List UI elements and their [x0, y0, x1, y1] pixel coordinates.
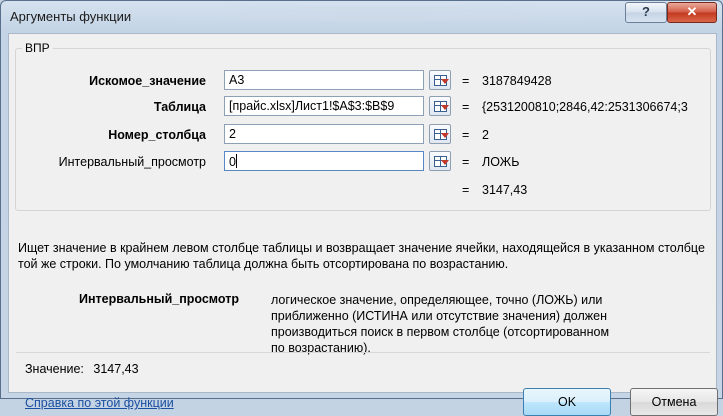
value-text: 3147,43 — [93, 362, 139, 376]
equals-sign: = — [462, 74, 470, 88]
collapse-dialog-button-1[interactable] — [429, 70, 451, 90]
red-arrow-icon — [441, 160, 449, 165]
title-bar-background — [171, 7, 591, 21]
equals-sign: = — [462, 155, 470, 169]
arg-label-lookup-value: Искомое_значение — [89, 74, 206, 88]
selected-arg-name: Интервальный_просмотр — [79, 292, 239, 306]
selected-arg-description: логическое значение, определяющее, точно… — [271, 293, 610, 355]
range-lookup-result: ЛОЖЬ — [482, 155, 520, 169]
divider — [16, 352, 710, 353]
cancel-button[interactable]: Отмена — [630, 388, 718, 416]
lookup-value-input[interactable]: A3 — [224, 70, 424, 90]
equals-sign: = — [462, 183, 470, 197]
col-index-result: 2 — [482, 128, 489, 142]
collapse-dialog-button-4[interactable] — [429, 151, 451, 171]
lookup-value-result: 3187849428 — [482, 74, 552, 88]
formula-result: 3147,43 — [482, 183, 528, 197]
red-arrow-icon — [441, 79, 449, 84]
text-caret — [235, 154, 237, 168]
equals-sign: = — [462, 100, 470, 114]
function-arguments-group: ВПР Искомое_значение A3 = 3187849428 Таб… — [15, 41, 711, 211]
dialog-window: Аргументы функции ? ✕ ВПР Искомое_значен… — [0, 0, 723, 416]
function-description: Ищет значение в крайнем левом столбце та… — [18, 241, 705, 271]
dialog-content: ВПР Искомое_значение A3 = 3187849428 Таб… — [8, 33, 718, 416]
arg-label-range-lookup: Интервальный_просмотр — [58, 155, 206, 169]
table-input[interactable]: [прайс.xlsx]Лист1!$A$3:$B$9 — [224, 96, 424, 116]
table-result: {2531200810;2846,42:2531306674;3 — [482, 100, 688, 114]
red-arrow-icon — [441, 133, 449, 138]
formula-value: Значение: 3147,43 — [25, 362, 139, 376]
value-label: Значение: — [25, 362, 84, 376]
equals-sign: = — [462, 128, 470, 142]
collapse-dialog-button-3[interactable] — [429, 124, 451, 144]
range-lookup-input-text: 0 — [229, 155, 236, 169]
close-button[interactable]: ✕ — [667, 2, 717, 23]
collapse-dialog-button-2[interactable] — [429, 96, 451, 116]
arg-label-col-index: Номер_столбца — [108, 128, 206, 142]
range-lookup-input[interactable]: 0 — [224, 151, 424, 171]
dialog-title: Аргументы функции — [10, 9, 132, 24]
col-index-input[interactable]: 2 — [224, 124, 424, 144]
red-arrow-icon — [441, 105, 449, 110]
title-bar: Аргументы функции ? ✕ — [1, 1, 722, 33]
function-name: ВПР — [22, 41, 53, 55]
function-help-link[interactable]: Справка по этой функции — [25, 396, 174, 410]
arg-label-table: Таблица — [153, 100, 206, 114]
ok-button[interactable]: OK — [523, 388, 611, 416]
help-button[interactable]: ? — [625, 2, 667, 23]
